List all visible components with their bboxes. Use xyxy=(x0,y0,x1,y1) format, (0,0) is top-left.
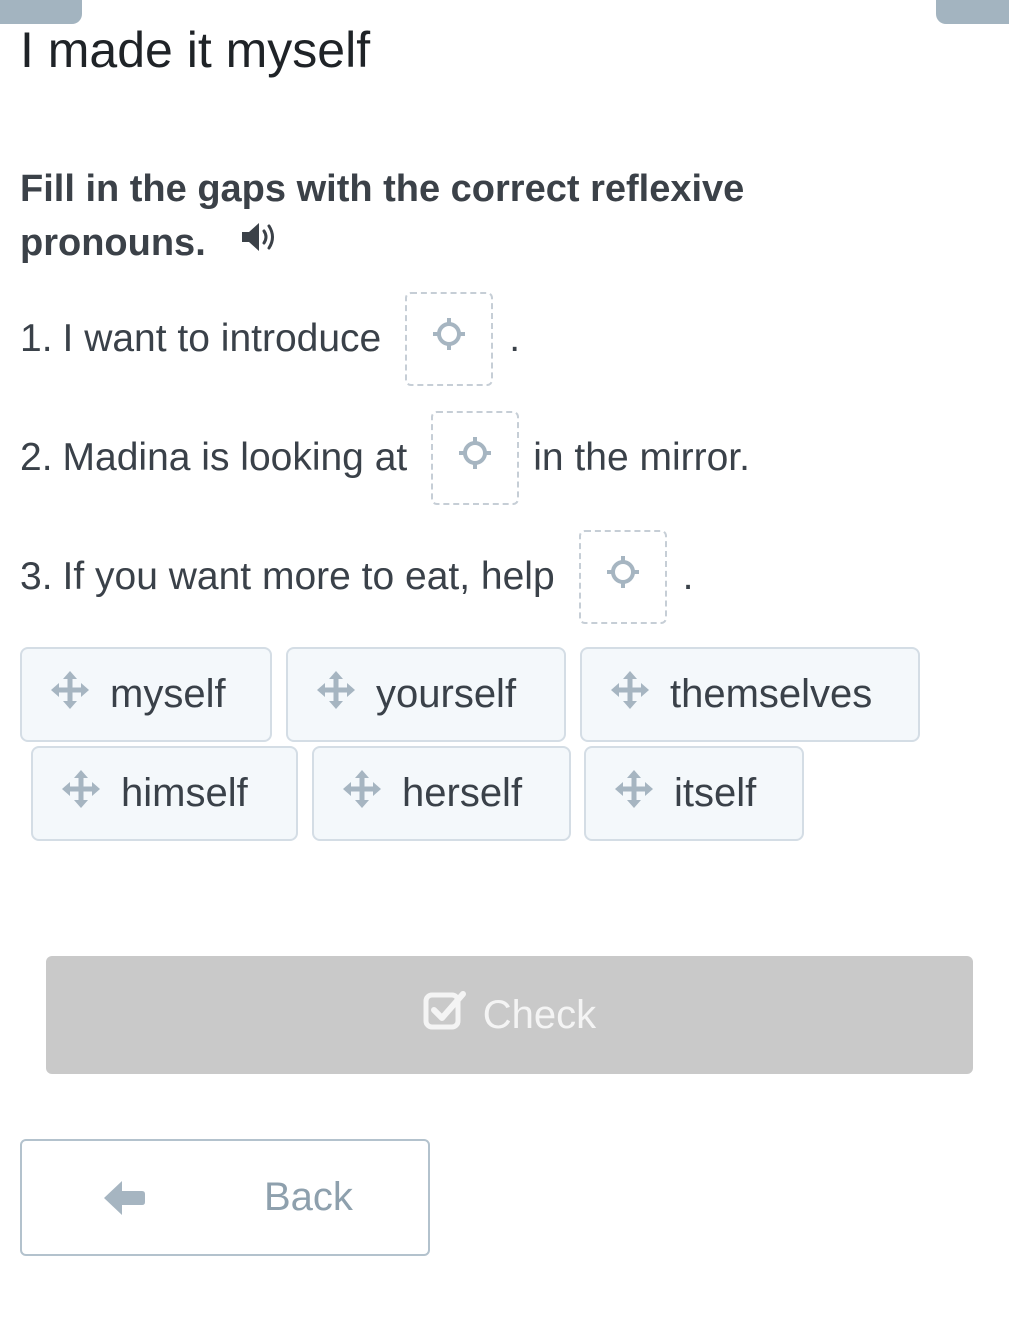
move-arrows-icon xyxy=(610,670,650,720)
drop-gap-3[interactable] xyxy=(578,530,667,624)
question-number: 2. xyxy=(20,436,53,479)
word-chip-itself[interactable]: itself xyxy=(584,746,804,841)
question-text-before: Madina is looking at xyxy=(62,436,408,479)
word-chip-himself[interactable]: himself xyxy=(31,746,298,841)
question-text-after: . xyxy=(509,317,521,360)
question-text-before: If you want more to eat, help xyxy=(62,555,555,598)
check-button-label: Check xyxy=(482,992,597,1037)
move-arrows-icon xyxy=(61,769,101,819)
checkbox-check-icon xyxy=(423,990,467,1040)
drop-gap-2[interactable] xyxy=(431,411,520,505)
word-chip-label: herself xyxy=(402,771,523,815)
word-chip-label: themselves xyxy=(670,672,873,716)
word-chip-herself[interactable]: herself xyxy=(312,746,571,841)
question-2: 2. Madina is looking at in the mirror. xyxy=(20,409,750,507)
check-button[interactable]: Check xyxy=(46,956,973,1074)
back-button-label: Back xyxy=(264,1175,353,1219)
drop-gap-1[interactable] xyxy=(405,292,494,386)
word-chip-label: yourself xyxy=(376,672,517,716)
crosshair-target-icon xyxy=(605,554,641,600)
word-chip-themselves[interactable]: themselves xyxy=(580,647,920,742)
instructions: Fill in the gaps with the correct reflex… xyxy=(20,162,920,270)
back-button[interactable]: Back xyxy=(20,1139,430,1256)
word-chip-label: himself xyxy=(121,771,248,815)
arrow-left-icon xyxy=(102,1179,146,1222)
question-text-after: . xyxy=(682,555,694,598)
crosshair-target-icon xyxy=(431,316,467,362)
move-arrows-icon xyxy=(316,670,356,720)
move-arrows-icon xyxy=(342,769,382,819)
speaker-icon[interactable] xyxy=(240,215,280,269)
word-chip-myself[interactable]: myself xyxy=(20,647,272,742)
question-text-after: in the mirror. xyxy=(533,436,750,479)
move-arrows-icon xyxy=(614,769,654,819)
question-number: 3. xyxy=(20,555,53,598)
word-chip-yourself[interactable]: yourself xyxy=(286,647,566,742)
page-title: I made it myself xyxy=(20,22,371,78)
question-text-before: I want to introduce xyxy=(62,317,382,360)
word-chip-label: myself xyxy=(110,672,226,716)
instructions-text: Fill in the gaps with the correct reflex… xyxy=(20,168,745,264)
question-1: 1. I want to introduce . xyxy=(20,290,520,388)
question-3: 3. If you want more to eat, help . xyxy=(20,528,693,626)
move-arrows-icon xyxy=(50,670,90,720)
word-chip-label: itself xyxy=(674,771,757,815)
crosshair-target-icon xyxy=(457,435,493,481)
question-number: 1. xyxy=(20,317,53,360)
top-right-tab xyxy=(936,0,1009,24)
